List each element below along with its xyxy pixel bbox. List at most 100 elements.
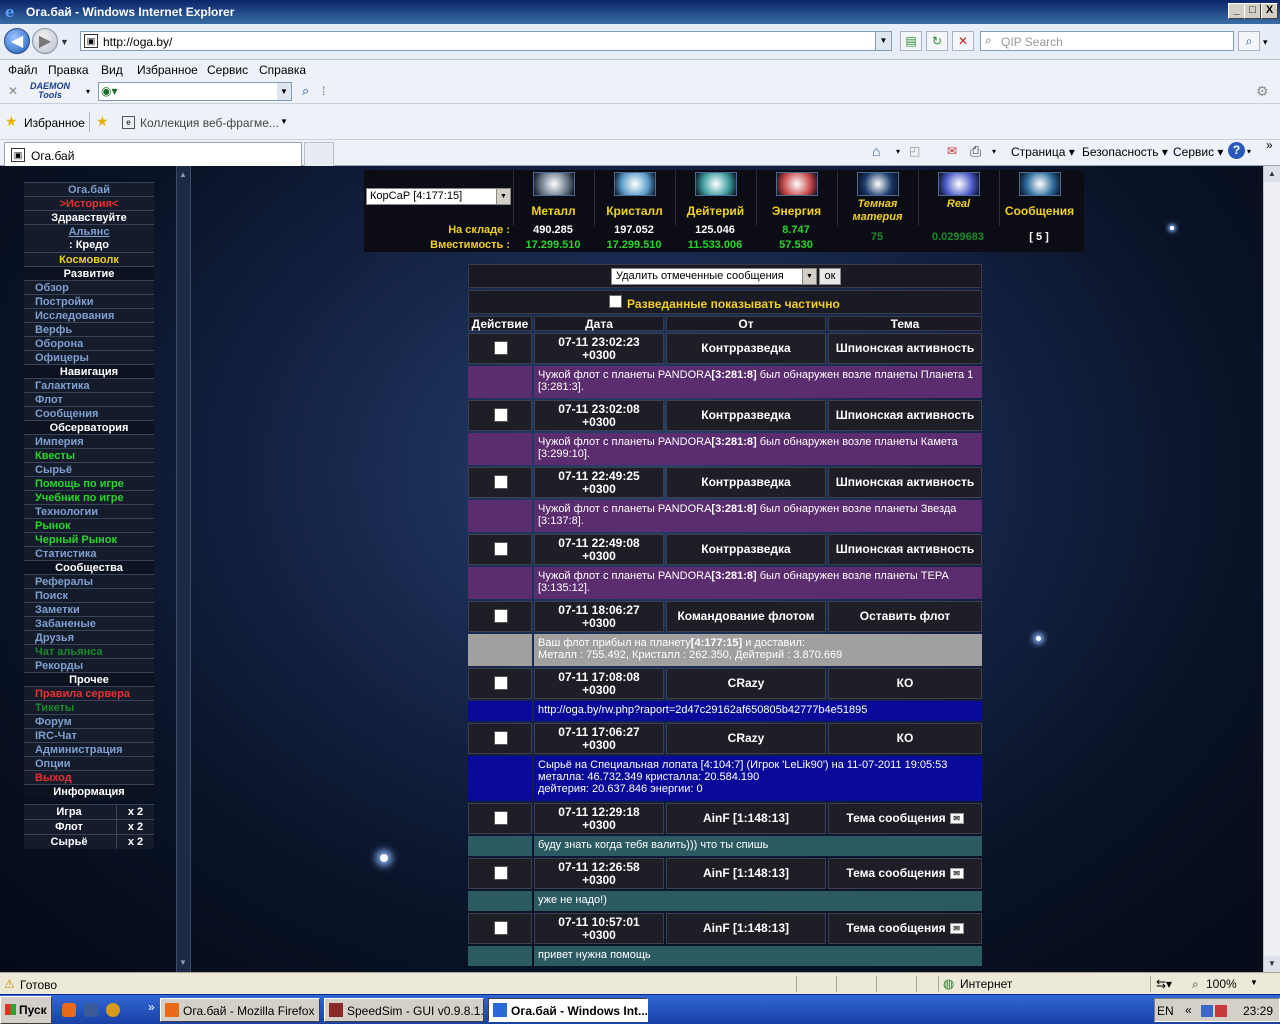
menu-item[interactable]: Друзья [24,630,154,644]
back-button[interactable]: ◀ [4,28,30,54]
menu-item[interactable]: Помощь по игре [24,476,154,490]
menu-item[interactable]: Чат альянса [24,644,154,658]
chevron-more-icon[interactable]: » [1266,138,1273,152]
daemon-tools-logo[interactable]: DAEMON Tools [30,82,70,100]
message-subject[interactable]: Тема сообщения ✉ [828,913,982,944]
page-scrollbar[interactable]: ▲ ▼ [1263,166,1280,972]
menu-item[interactable]: Офицеры [24,350,154,364]
magnifier-icon[interactable]: ⌕ [302,83,309,99]
help-dropdown-icon[interactable]: ▾ [1247,147,1251,156]
menu-item[interactable]: Технологии [24,504,154,518]
message-checkbox[interactable] [494,341,508,355]
daemon-box-dropdown-icon[interactable]: ▼ [277,83,291,100]
taskbar-button[interactable]: Ога.бай - Mozilla Firefox [160,998,320,1022]
message-checkbox[interactable] [494,731,508,745]
scroll-up-icon[interactable]: ▲ [179,170,187,179]
safety-menu[interactable]: Безопасность ▾ [1082,145,1168,159]
message-subject[interactable]: Тема сообщения ✉ [828,858,982,889]
message-checkbox[interactable] [494,408,508,422]
menu-help[interactable]: Справка [259,63,306,77]
menu-item[interactable]: Верфь [24,322,154,336]
app-quicklaunch-icon[interactable] [106,1003,120,1017]
ok-button[interactable]: ок [819,268,841,285]
message-sender[interactable]: AinF [1:148:13] [666,913,826,944]
print-icon[interactable]: ⎙ [970,143,981,160]
recent-pages-dropdown-icon[interactable]: ▼ [60,37,69,47]
message-subject[interactable]: Оставить флот [828,601,982,632]
message-subject[interactable]: Шпионская активность [828,333,982,364]
read-mail-icon[interactable]: ✉ [947,144,957,158]
left-frame-scrollbar[interactable]: ▲ ▼ [176,166,191,972]
menu-item[interactable]: Опции [24,756,154,770]
menu-file[interactable]: Файл [8,63,38,77]
messages-count[interactable]: [ 5 ] [999,231,1079,243]
quicklaunch-more-icon[interactable]: » [148,1000,155,1014]
menu-favorites[interactable]: Избранное [137,63,198,77]
menu-item[interactable]: Учебник по игре [24,490,154,504]
protected-mode-icon[interactable]: ⇆▾ [1156,977,1172,991]
web-slice-gallery[interactable]: Коллекция веб-фрагме... [140,116,279,130]
daemon-search-box[interactable]: ◉▾ ▼ [98,82,292,101]
search-options-icon[interactable]: ▾ [1263,37,1268,48]
message-sender[interactable]: Контрразведка [666,400,826,431]
message-sender[interactable]: Контрразведка [666,534,826,565]
menu-item[interactable]: Сообщения [24,406,154,420]
feeds-icon[interactable]: ◰ [909,144,920,158]
message-checkbox[interactable] [494,921,508,935]
menu-item[interactable]: Заметки [24,602,154,616]
menu-item[interactable]: Черный Рынок [24,532,154,546]
menu-item[interactable]: Поиск [24,588,154,602]
close-button[interactable]: X [1261,3,1278,19]
tools-menu[interactable]: Сервис ▾ [1173,145,1223,159]
help-icon[interactable]: ? [1228,142,1245,159]
menu-item[interactable]: Правила сервера [24,686,154,700]
address-bar[interactable]: ▣ http://oga.by/ ▼ [80,31,892,51]
scroll-down-icon[interactable]: ▼ [179,958,187,967]
refresh-icon[interactable]: ↻ [926,31,948,51]
menu-edit[interactable]: Правка [48,63,89,77]
zoom-dropdown-icon[interactable]: ▼ [1250,978,1258,987]
message-checkbox[interactable] [494,676,508,690]
envelope-icon[interactable]: ✉ [949,868,964,879]
spy-partial-checkbox[interactable] [609,295,622,308]
menu-item[interactable]: Галактика [24,378,154,392]
message-checkbox[interactable] [494,542,508,556]
message-subject[interactable]: Шпионская активность [828,534,982,565]
envelope-icon[interactable]: ✉ [949,923,964,934]
minimize-button[interactable]: _ [1228,3,1245,19]
start-button[interactable]: Пуск [0,996,52,1024]
add-to-favorites-icon[interactable]: ★ [96,113,109,130]
menu-item[interactable]: Постройки [24,294,154,308]
network-tray-icon[interactable] [1201,1005,1213,1017]
address-dropdown-icon[interactable]: ▼ [875,32,891,50]
menu-item[interactable]: Сырьё [24,462,154,476]
tab-oga[interactable]: ▣ Ога.бай [4,142,302,166]
message-sender[interactable]: CRazy [666,723,826,754]
planet-select[interactable]: КорСаР [4:177:15] ▼ [366,188,511,205]
menu-view[interactable]: Вид [101,63,123,77]
zoom-level[interactable]: 100% [1206,977,1237,991]
home-dropdown-icon[interactable]: ▾ [896,147,900,156]
menu-item[interactable]: Администрация [24,742,154,756]
favorites-star-icon[interactable]: ★ [5,113,18,130]
menu-item[interactable]: Альянс [24,224,154,238]
menu-item[interactable]: Исследования [24,308,154,322]
menu-item[interactable]: Империя [24,434,154,448]
menu-tools[interactable]: Сервис [207,63,248,77]
firefox-quicklaunch-icon[interactable] [62,1003,76,1017]
save-quicklaunch-icon[interactable] [84,1003,98,1017]
maximize-button[interactable]: □ [1244,3,1261,19]
address-url[interactable]: http://oga.by/ [103,35,172,49]
menu-item[interactable]: Обзор [24,280,154,294]
menu-item[interactable]: Выход [24,770,154,784]
message-sender[interactable]: Командование флотом [666,601,826,632]
forward-button[interactable]: ▶ [32,28,58,54]
print-dropdown-icon[interactable]: ▾ [992,147,996,156]
message-checkbox[interactable] [494,475,508,489]
menu-item[interactable]: Рынок [24,518,154,532]
menu-item[interactable]: Форум [24,714,154,728]
home-icon[interactable]: ⌂ [872,143,880,159]
bulk-action-select[interactable]: Удалить отмеченные сообщения ▼ [611,268,817,285]
planet-select-dropdown-icon[interactable]: ▼ [496,189,510,204]
new-tab-button[interactable] [304,142,334,166]
